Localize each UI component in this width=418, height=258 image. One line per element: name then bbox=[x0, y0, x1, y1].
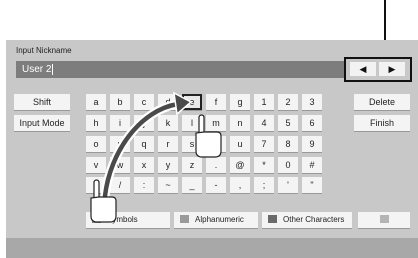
nickname-input-screen: Input Nickname User 2 ◀ ▶ Shift Input Mod… bbox=[6, 40, 418, 258]
gesture-overlay bbox=[90, 91, 222, 223]
bottom-bar bbox=[6, 238, 418, 258]
swipe-arrowhead bbox=[173, 91, 193, 116]
swipe-arrow-outline bbox=[100, 99, 183, 201]
hand-pointer-end-icon bbox=[195, 114, 222, 158]
